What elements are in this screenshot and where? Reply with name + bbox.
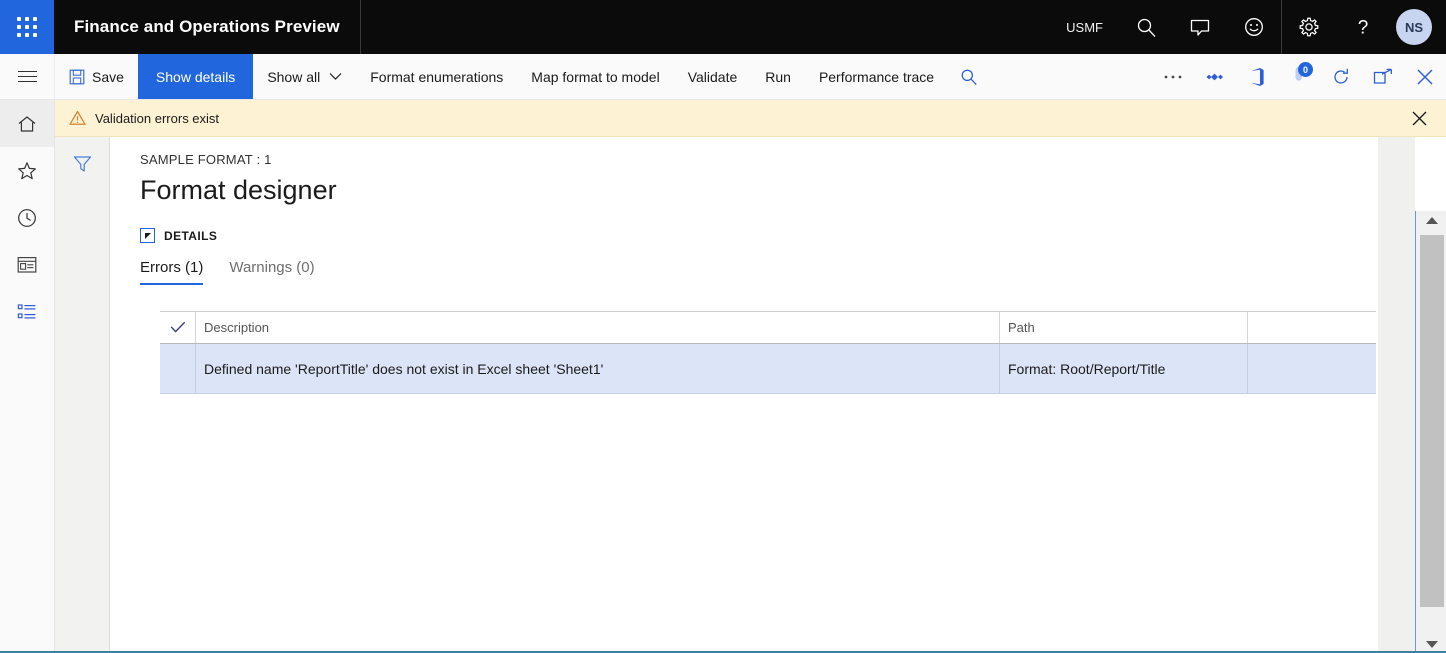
app-root: Finance and Operations Preview USMF ? NS… <box>0 0 1446 653</box>
attachments-diamond-icon[interactable] <box>1194 54 1236 99</box>
toolbar-search-icon[interactable] <box>948 54 990 99</box>
office-app-icon[interactable] <box>1236 54 1278 99</box>
filter-funnel-icon[interactable] <box>67 151 97 177</box>
page-header: SAMPLE FORMAT : 1 Format designer DETAIL… <box>110 137 1446 244</box>
settings-gear-icon[interactable] <box>1282 0 1336 54</box>
row-cell-description: Defined name 'ReportTitle' does not exis… <box>196 344 1000 393</box>
table-row[interactable]: Defined name 'ReportTitle' does not exis… <box>160 344 1376 394</box>
row-cell-path: Format: Root/Report/Title <box>1000 344 1248 393</box>
action-pane-toolbar: Save Show details Show all Format enumer… <box>0 54 1446 100</box>
sidebar-item-home[interactable] <box>0 100 54 147</box>
app-title-container: Finance and Operations Preview <box>54 0 361 54</box>
popout-icon[interactable] <box>1362 54 1404 99</box>
grid-empty-area <box>160 394 1376 653</box>
top-navigation-bar: Finance and Operations Preview USMF ? NS <box>0 0 1446 54</box>
message-icon[interactable] <box>1173 0 1227 54</box>
company-selector[interactable]: USMF <box>1050 0 1119 54</box>
save-button[interactable]: Save <box>55 54 138 99</box>
save-label: Save <box>92 68 124 85</box>
map-format-to-model-button[interactable]: Map format to model <box>517 54 673 99</box>
show-all-label: Show all <box>267 68 321 85</box>
sidebar-item-workspaces[interactable] <box>0 241 54 288</box>
sidebar-item-favorites[interactable] <box>0 147 54 194</box>
feedback-smiley-icon[interactable] <box>1227 0 1281 54</box>
refresh-icon[interactable] <box>1320 54 1362 99</box>
run-button[interactable]: Run <box>751 54 805 99</box>
tab-errors[interactable]: Errors (1) <box>140 259 204 286</box>
validation-message-bar: Validation errors exist <box>55 100 1446 137</box>
avatar[interactable]: NS <box>1396 9 1432 45</box>
app-launcher-waffle-icon[interactable] <box>0 0 54 54</box>
scrollbar-up-arrow-icon[interactable] <box>1416 211 1446 229</box>
chevron-down-icon <box>329 72 342 81</box>
message-bar-close-icon[interactable] <box>1403 110 1436 127</box>
sidebar-item-recent[interactable] <box>0 194 54 241</box>
format-enumerations-button[interactable]: Format enumerations <box>356 54 517 99</box>
performance-trace-button[interactable]: Performance trace <box>805 54 948 99</box>
close-icon[interactable] <box>1404 54 1446 99</box>
workspace-content: SAMPLE FORMAT : 1 Format designer DETAIL… <box>110 137 1446 653</box>
validate-button[interactable]: Validate <box>674 54 752 99</box>
page-title: Format designer <box>140 175 337 205</box>
warning-triangle-icon <box>69 110 86 126</box>
grid-column-header-path[interactable]: Path <box>1000 312 1248 343</box>
save-disk-icon <box>69 69 85 85</box>
details-section-label: DETAILS <box>164 228 218 243</box>
notifications-icon[interactable]: 0 <box>1278 54 1320 99</box>
details-expander-toggle[interactable] <box>140 228 155 244</box>
grid-select-all-checkmark-icon[interactable] <box>160 312 196 343</box>
filter-strip <box>55 137 110 653</box>
topbar-right-actions: USMF ? NS <box>1050 0 1446 54</box>
grid-header-row: Description Path <box>160 311 1376 344</box>
details-section-header: DETAILS <box>140 228 1446 244</box>
sidebar-item-modules[interactable] <box>0 288 54 335</box>
page-caption: SAMPLE FORMAT : 1 <box>140 152 272 167</box>
validation-grid: Description Path Defined name 'ReportTit… <box>160 311 1376 394</box>
scrollbar-thumb[interactable] <box>1420 235 1444 607</box>
show-details-button[interactable]: Show details <box>137 54 254 99</box>
waffle-grid <box>17 17 37 37</box>
grid-column-header-description[interactable]: Description <box>196 312 1000 343</box>
vertical-scrollbar[interactable] <box>1415 211 1446 653</box>
right-gutter <box>1378 137 1415 653</box>
hamburger-bars <box>17 67 37 86</box>
details-tabs: Errors (1) Warnings (0) <box>140 259 1446 286</box>
overflow-ellipsis-icon[interactable] <box>1152 54 1194 99</box>
app-title: Finance and Operations Preview <box>74 17 340 36</box>
svg-text:?: ? <box>1358 18 1369 39</box>
row-select-cell[interactable] <box>160 344 196 393</box>
search-icon[interactable] <box>1119 0 1173 54</box>
hamburger-menu-icon[interactable] <box>0 54 55 99</box>
validation-message-text: Validation errors exist <box>95 110 220 126</box>
help-question-icon[interactable]: ? <box>1336 0 1390 54</box>
navigation-rail <box>0 100 55 653</box>
tab-warnings[interactable]: Warnings (0) <box>229 259 314 285</box>
notifications-badge: 0 <box>1298 62 1313 77</box>
show-all-dropdown[interactable]: Show all <box>253 54 356 99</box>
collapse-triangle-icon <box>144 232 151 239</box>
